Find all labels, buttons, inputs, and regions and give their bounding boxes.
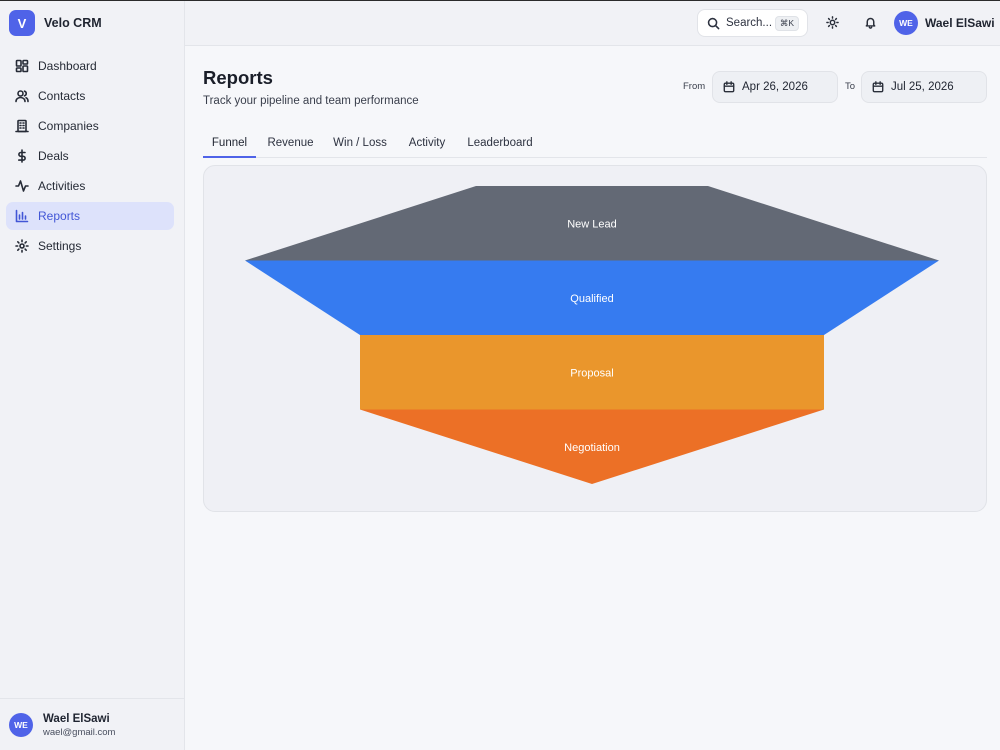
from-date-value: Apr 26, 2026 <box>742 81 808 93</box>
tab-revenue[interactable]: Revenue <box>263 130 318 158</box>
sidebar-item-activities[interactable]: Activities <box>6 172 174 200</box>
search-label: Search... <box>726 17 773 29</box>
to-label: To <box>845 81 856 92</box>
calendar-icon <box>723 81 735 93</box>
to-date-picker[interactable]: Jul 25, 2026 <box>861 71 987 103</box>
page-subtitle: Track your pipeline and team performance <box>203 95 419 107</box>
search-button[interactable]: Search... ⌘K <box>697 9 808 37</box>
sidebar-item-label: Contacts <box>38 89 86 103</box>
topbar: Search... ⌘K WE Wael ElSawi <box>185 1 1000 46</box>
tab-funnel[interactable]: Funnel <box>203 130 256 158</box>
theme-toggle-button[interactable] <box>824 14 840 30</box>
sidebar-item-label: Reports <box>38 209 81 223</box>
sidebar-item-label: Companies <box>38 119 99 133</box>
funnel-stage-label: Qualified <box>570 293 613 305</box>
sidebar-item-companies[interactable]: Companies <box>6 112 174 140</box>
from-label: From <box>683 81 706 92</box>
tab-leaderboard[interactable]: Leaderboard <box>463 130 537 158</box>
search-shortcut: ⌘K <box>774 16 799 31</box>
sidebar-item-reports[interactable]: Reports <box>6 202 174 230</box>
users-icon <box>15 89 29 103</box>
sidebar-item-label: Deals <box>38 149 69 163</box>
user-name: Wael ElSawi <box>43 712 110 725</box>
funnel-stage-label: Negotiation <box>564 442 620 454</box>
tab-win-loss[interactable]: Win / Loss <box>329 130 391 158</box>
tab-activity[interactable]: Activity <box>403 130 451 158</box>
dollar-icon <box>15 149 29 163</box>
sun-icon <box>825 15 839 29</box>
sidebar-item-settings[interactable]: Settings <box>6 232 174 260</box>
to-date-value: Jul 25, 2026 <box>891 81 954 93</box>
bell-icon <box>865 17 875 29</box>
user-menu[interactable]: WE Wael ElSawi <box>894 11 995 35</box>
sidebar: V Velo CRM Dashboard Contacts Companies <box>0 1 185 750</box>
notifications-button[interactable] <box>862 14 878 30</box>
report-tabs: Funnel Revenue Win / Loss Activity Leade… <box>203 130 987 158</box>
bar-chart-icon <box>15 209 29 223</box>
sidebar-item-deals[interactable]: Deals <box>6 142 174 170</box>
sidebar-item-contacts[interactable]: Contacts <box>6 82 174 110</box>
calendar-icon <box>872 81 884 93</box>
building-icon <box>15 119 29 133</box>
brand-logo: V <box>9 10 35 36</box>
sidebar-item-label: Dashboard <box>38 59 97 73</box>
page-title: Reports <box>203 67 273 88</box>
search-icon <box>707 17 720 29</box>
user-info: Wael ElSawi wael@gmail.com <box>43 713 115 738</box>
avatar: WE <box>9 713 33 737</box>
user-name: Wael ElSawi <box>925 16 995 30</box>
avatar: WE <box>894 11 918 35</box>
sidebar-user[interactable]: WE Wael ElSawi wael@gmail.com <box>0 698 184 750</box>
sidebar-item-label: Settings <box>38 239 82 253</box>
activity-icon <box>15 179 29 193</box>
from-date-picker[interactable]: Apr 26, 2026 <box>712 71 838 103</box>
sidebar-item-dashboard[interactable]: Dashboard <box>6 52 174 80</box>
dashboard-icon <box>15 59 29 73</box>
sidebar-item-label: Activities <box>38 179 86 193</box>
gear-icon <box>15 239 29 253</box>
funnel-chart: New Lead Qualified Proposal Negotiation <box>245 186 939 484</box>
brand-name: Velo CRM <box>44 16 102 30</box>
funnel-stage-label: Proposal <box>570 367 613 379</box>
funnel-stage-label: New Lead <box>567 218 617 230</box>
user-email: wael@gmail.com <box>43 726 116 738</box>
sidebar-nav: Dashboard Contacts Companies Deals Activ… <box>6 52 174 262</box>
brand[interactable]: V Velo CRM <box>9 10 102 36</box>
funnel-chart-card: New Lead Qualified Proposal Negotiation <box>203 165 987 512</box>
